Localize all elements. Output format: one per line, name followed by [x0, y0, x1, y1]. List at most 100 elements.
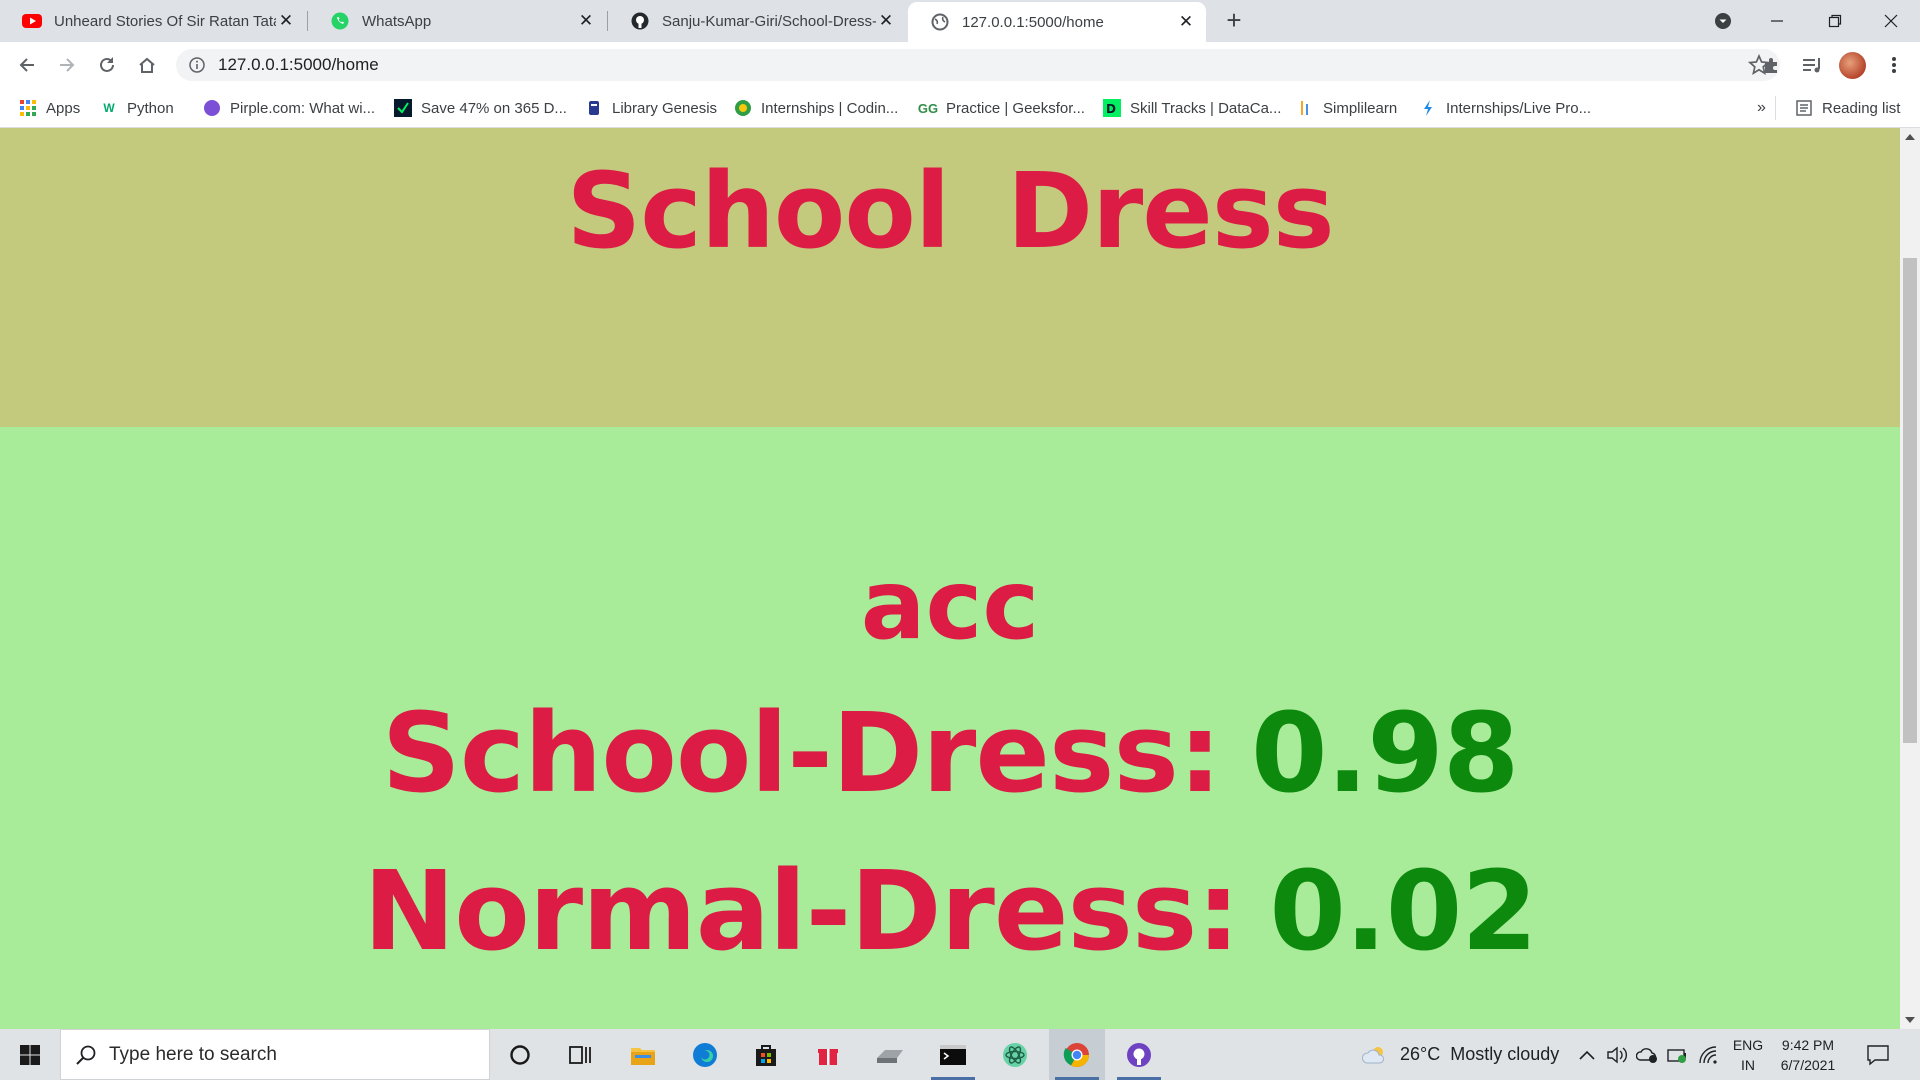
site-info-icon[interactable]: [189, 57, 205, 73]
bookmark-label: Simplilearn: [1323, 99, 1398, 117]
atom-editor-icon[interactable]: [987, 1029, 1043, 1080]
tab-github[interactable]: Sanju-Kumar-Giri/School-Dress-\ ✕: [608, 0, 906, 42]
tab-title: Sanju-Kumar-Giri/School-Dress-\: [662, 12, 876, 30]
libgen-icon: [585, 99, 603, 117]
close-tab-icon[interactable]: ✕: [876, 11, 896, 31]
extensions-puzzle-icon[interactable]: [1757, 50, 1787, 80]
input-language-indicator[interactable]: ENG IN: [1731, 1035, 1765, 1075]
wifi-icon[interactable]: [1698, 1029, 1720, 1080]
github-icon: [630, 11, 650, 31]
more-menu-icon[interactable]: [1879, 50, 1909, 80]
url-input[interactable]: [218, 53, 1718, 77]
task-view-icon[interactable]: [552, 1029, 608, 1080]
bookmark-library-genesis[interactable]: Library Genesis: [585, 96, 717, 120]
onedrive-sync-icon[interactable]: [1636, 1029, 1660, 1080]
bookmark-label: Apps: [46, 99, 81, 117]
bookmark-label: Save 47% on 365 D...: [421, 99, 567, 117]
action-center-notification-icon[interactable]: [1866, 1029, 1890, 1080]
result-class-label: Normal-Dress:: [363, 847, 1240, 975]
terminal-app-icon[interactable]: [925, 1029, 981, 1080]
svg-text:D: D: [1106, 102, 1116, 116]
globe-icon: [930, 12, 950, 32]
bookmarks-overflow-button[interactable]: »: [1757, 96, 1766, 120]
forward-arrow-icon[interactable]: [52, 50, 82, 80]
home-icon[interactable]: [132, 50, 162, 80]
windows-start-icon[interactable]: [0, 1029, 60, 1080]
tab-title: 127.0.0.1:5000/home: [962, 13, 1104, 31]
apps-grid-icon: [19, 99, 37, 117]
tab-youtube[interactable]: Unheard Stories Of Sir Ratan Tata ✕: [0, 0, 306, 42]
bookmark-divider: [1775, 96, 1776, 120]
address-bar[interactable]: [176, 49, 1780, 81]
datacamp-skill-icon: D: [1103, 99, 1121, 117]
tab-whatsapp[interactable]: WhatsApp ✕: [308, 0, 606, 42]
bookmark-label: Practice | Geeksfor...: [946, 99, 1085, 117]
bookmark-label: Internships | Codin...: [761, 99, 899, 117]
tab-localhost[interactable]: 127.0.0.1:5000/home ✕: [908, 2, 1206, 42]
reading-list-icon: [1795, 99, 1813, 117]
bookmark-python[interactable]: W Python: [100, 96, 173, 120]
show-hidden-icons-chevron-icon[interactable]: [1578, 1029, 1596, 1080]
scroll-thumb[interactable]: [1903, 258, 1917, 743]
reading-list-button[interactable]: Reading list: [1795, 96, 1900, 120]
simplilearn-icon: [1296, 99, 1314, 117]
scroll-down-arrow-icon[interactable]: [1905, 1017, 1915, 1023]
bookmark-skill-tracks[interactable]: D Skill Tracks | DataCa...: [1103, 96, 1281, 120]
reload-icon[interactable]: [92, 50, 122, 80]
prediction-panel: acc School-Dress: 0.98 Normal-Dress: 0.02: [0, 427, 1900, 1029]
close-window-icon[interactable]: [1862, 0, 1920, 42]
microsoft-store-icon[interactable]: [738, 1029, 794, 1080]
edge-browser-icon[interactable]: [677, 1029, 733, 1080]
language-code: ENG: [1732, 1037, 1764, 1053]
system-clock[interactable]: 9:42 PM 6/7/2021: [1770, 1035, 1846, 1075]
gift-app-icon[interactable]: [800, 1029, 856, 1080]
back-arrow-icon[interactable]: [12, 50, 42, 80]
bookmark-label: Internships/Live Pro...: [1446, 99, 1592, 117]
profile-avatar[interactable]: [1839, 52, 1866, 79]
bookmark-apps[interactable]: Apps: [19, 96, 80, 120]
bookmark-label: Pirple.com: What wi...: [230, 99, 376, 117]
minimize-icon[interactable]: [1748, 0, 1806, 42]
bookmark-internships-live[interactable]: Internships/Live Pro...: [1419, 96, 1591, 120]
pirple-icon: [203, 99, 221, 117]
media-control-icon[interactable]: [1797, 50, 1827, 80]
new-tab-plus-icon[interactable]: +: [1221, 7, 1247, 34]
github-desktop-icon[interactable]: [1111, 1029, 1167, 1080]
whatsapp-icon: [330, 11, 350, 31]
result-probability: 0.98: [1250, 689, 1519, 817]
tab-search-icon[interactable]: [1694, 0, 1752, 42]
browser-toolbar: [0, 42, 1920, 88]
file-explorer-icon[interactable]: [615, 1029, 671, 1080]
bookmark-geeksforgeeks[interactable]: GG Practice | Geeksfor...: [918, 96, 1085, 120]
bookmark-pirple[interactable]: Pirple.com: What wi...: [203, 96, 375, 120]
chrome-browser-icon[interactable]: [1049, 1029, 1105, 1080]
datacamp-icon: [394, 99, 412, 117]
weather-text: 26°C Mostly cloudy: [1400, 1044, 1560, 1064]
close-tab-icon[interactable]: ✕: [1176, 12, 1196, 32]
result-probability: 0.02: [1269, 847, 1537, 975]
live-project-icon: [1419, 99, 1437, 117]
restore-icon[interactable]: [1806, 0, 1864, 42]
weather-widget[interactable]: 26°C Mostly cloudy: [1362, 1029, 1559, 1080]
cortana-circle-icon[interactable]: [492, 1029, 548, 1080]
drive-app-icon[interactable]: [862, 1029, 918, 1080]
vertical-scrollbar[interactable]: [1900, 128, 1920, 1029]
scroll-up-arrow-icon[interactable]: [1905, 134, 1915, 140]
w3schools-icon: W: [103, 101, 115, 115]
battery-status-icon[interactable]: [1666, 1029, 1690, 1080]
search-icon: [75, 1044, 97, 1066]
bookmark-internships-coding[interactable]: Internships | Codin...: [734, 96, 898, 120]
windows-taskbar: 26°C Mostly cloudy ENG IN 9:42 PM 6/7/20…: [0, 1029, 1920, 1080]
page-viewport: School Dress acc School-Dress: 0.98 Norma…: [0, 128, 1900, 1029]
result-label: acc: [860, 549, 1040, 661]
tab-strip: Unheard Stories Of Sir Ratan Tata ✕ What…: [0, 0, 1920, 42]
bookmark-save-47[interactable]: Save 47% on 365 D...: [394, 96, 567, 120]
close-tab-icon[interactable]: ✕: [576, 11, 596, 31]
internship-icon: [734, 99, 752, 117]
close-tab-icon[interactable]: ✕: [276, 11, 296, 31]
volume-icon[interactable]: [1606, 1029, 1628, 1080]
search-input[interactable]: [109, 1043, 469, 1067]
screen: Unheard Stories Of Sir Ratan Tata ✕ What…: [0, 0, 1920, 1080]
taskbar-search[interactable]: [60, 1029, 490, 1080]
bookmark-simplilearn[interactable]: Simplilearn: [1296, 96, 1397, 120]
